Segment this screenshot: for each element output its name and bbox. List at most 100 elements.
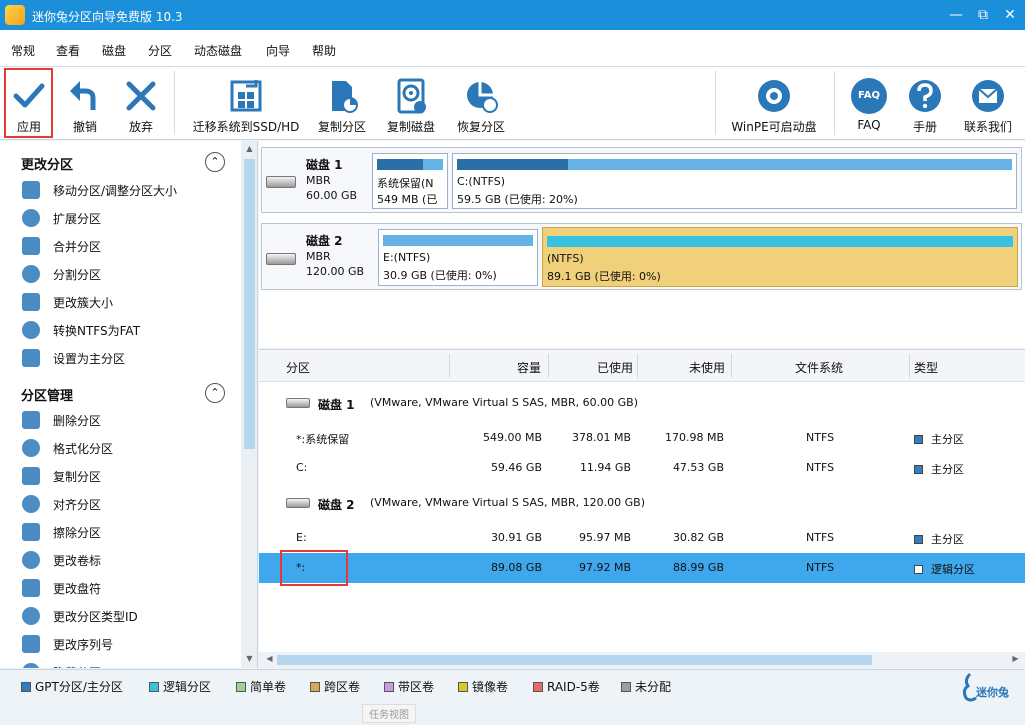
sidebar-item[interactable]: 更改簇大小 [22,290,232,314]
column-used[interactable]: 已使用 [597,359,633,376]
sidebar-item-label: 更改卷标 [53,554,102,568]
type-cell: 主分区 [914,461,964,477]
table-row[interactable]: C: 59.46 GB 11.94 GB 47.53 GB NTFS 主分区 [259,453,1025,483]
disk-1-name: 磁盘 1 [306,158,343,172]
menu-help[interactable]: 帮助 [312,42,336,59]
sidebar-scroll-thumb[interactable] [244,159,255,449]
copy-partition-button[interactable]: 复制分区 [312,67,372,140]
copy-disk-button[interactable]: 复制磁盘 [380,67,442,140]
sidebar-item[interactable]: 转换NTFS为FAT [22,318,232,342]
partition-block-system-reserved[interactable]: 系统保留(N 549 MB (已 [372,153,448,209]
sidebar-item[interactable]: 更改分区类型ID [22,604,232,628]
resize-partition-icon [22,181,40,199]
minimize-icon[interactable]: — [946,5,966,25]
sidebar-item[interactable]: 分割分区 [22,262,232,286]
sidebar-item[interactable]: 复制分区 [22,464,232,488]
sidebar-item[interactable]: 格式化分区 [22,436,232,460]
discard-button[interactable]: 放弃 [116,67,166,140]
scroll-right-arrow-icon[interactable]: ▶ [1007,654,1024,663]
menu-partition[interactable]: 分区 [148,42,172,59]
collapse-up-icon[interactable]: ⌃ [205,383,225,403]
sidebar-item[interactable]: 更改盘符 [22,576,232,600]
column-type[interactable]: 类型 [914,359,938,376]
brand-name: 迷你兔 [976,686,1009,699]
table-row[interactable]: *:系统保留 549.00 MB 378.01 MB 170.98 MB NTFS 主分区 [259,423,1025,453]
sidebar-item[interactable]: 设置为主分区 [22,346,232,370]
toolbar-separator [834,71,835,135]
legend-swatch [458,682,468,692]
disk-group-label: 磁盘 2 [318,498,355,512]
disk-2-type: MBR [306,250,331,263]
sidebar-item[interactable]: 更改序列号 [22,632,232,656]
sidebar-item[interactable]: 隐藏分区 [22,660,232,668]
sidebar-item[interactable]: 移动分区/调整分区大小 [22,178,232,202]
partition-label: E:(NTFS) [383,251,431,264]
disk-group-label: 磁盘 1 [318,398,355,412]
collapse-up-icon[interactable]: ⌃ [205,152,225,172]
undo-button[interactable]: 撤销 [60,67,110,140]
menu-general[interactable]: 常规 [11,42,35,59]
menu-wizard[interactable]: 向导 [266,42,290,59]
faq-icon: FAQ [851,78,887,114]
sidebar-item-label: 合并分区 [53,240,102,254]
partition-block-c[interactable]: C:(NTFS) 59.5 GB (已使用: 20%) [452,153,1017,209]
sidebar-scrollbar[interactable]: ▲ ▼ [241,141,257,668]
disk-1-panel[interactable]: 磁盘 1 MBR 60.00 GB 系统保留(N 549 MB (已 C:(NT… [261,147,1022,213]
scroll-down-arrow-icon[interactable]: ▼ [241,654,257,663]
legend-swatch [384,682,394,692]
undo-label: 撤销 [72,120,97,134]
menu-dynamic-disk[interactable]: 动态磁盘 [194,42,242,59]
unused-cell: 47.53 GB [672,461,724,474]
sidebar-item[interactable]: 扩展分区 [22,206,232,230]
column-capacity[interactable]: 容量 [517,359,541,376]
close-icon[interactable]: ✕ [1000,5,1020,25]
sidebar-item[interactable]: 更改卷标 [22,548,232,572]
toolbar: 应用 撤销 放弃 迁移系统到SSD/HD 复制分区 复制磁盘 恢复分区 WinP… [0,67,1025,140]
menu-disk[interactable]: 磁盘 [102,42,126,59]
unused-cell: 30.82 GB [672,531,724,544]
contact-button[interactable]: 联系我们 [958,67,1018,140]
table-row-selected[interactable]: *: 89.08 GB 97.92 MB 88.99 GB NTFS 逻辑分区 [259,553,1025,583]
menu-view[interactable]: 查看 [56,42,80,59]
horizontal-scrollbar[interactable]: ◀ ▶ [259,652,1025,668]
section-change-partition: 更改分区 [21,158,74,173]
partition-cell: C: [296,461,308,474]
column-filesystem[interactable]: 文件系统 [795,359,843,376]
maximize-icon[interactable]: ⧉ [973,5,993,25]
legend-label: 带区卷 [398,680,435,694]
format-partition-icon [22,439,40,457]
table-row[interactable]: E: 30.91 GB 95.97 MB 30.82 GB NTFS 主分区 [259,523,1025,553]
sidebar-item[interactable]: 擦除分区 [22,520,232,544]
disk-2-name: 磁盘 2 [306,234,343,248]
partition-label: (NTFS) [547,252,584,265]
recover-partition-button[interactable]: 恢复分区 [450,67,512,140]
sidebar-item[interactable]: 对齐分区 [22,492,232,516]
faq-button[interactable]: FAQ FAQ [846,67,892,140]
sidebar-item[interactable]: 删除分区 [22,408,232,432]
filesystem-cell: NTFS [806,431,835,444]
disk-2-panel[interactable]: 磁盘 2 MBR 120.00 GB E:(NTFS) 30.9 GB (已使用… [261,223,1022,290]
legend-swatch [621,682,631,692]
partition-usage: 89.1 GB (已使用: 0%) [547,270,661,283]
disk-group-row[interactable]: 磁盘 1 (VMware, VMware Virtual S SAS, MBR,… [259,388,1025,418]
filesystem-cell: NTFS [806,561,835,574]
partition-block-e[interactable]: E:(NTFS) 30.9 GB (已使用: 0%) [378,229,538,286]
column-unused[interactable]: 未使用 [689,359,725,376]
sidebar-item-label: 转换NTFS为FAT [53,324,141,338]
winpe-bootable-button[interactable]: WinPE可启动盘 [726,67,822,140]
scroll-left-arrow-icon[interactable]: ◀ [261,654,278,663]
menu-bar: 常规 查看 磁盘 分区 动态磁盘 向导 帮助 [0,30,1025,67]
align-partition-icon [22,495,40,513]
migrate-os-button[interactable]: 迁移系统到SSD/HD [190,67,302,140]
sidebar-item[interactable]: 合并分区 [22,234,232,258]
wipe-partition-icon [22,523,40,541]
scroll-up-arrow-icon[interactable]: ▲ [241,144,257,153]
hard-disk-icon [286,398,310,408]
horizontal-scroll-thumb[interactable] [277,655,872,665]
used-cell: 11.94 GB [579,461,631,474]
column-partition[interactable]: 分区 [286,359,310,376]
manual-button[interactable]: 手册 [902,67,948,140]
disk-group-row[interactable]: 磁盘 2 (VMware, VMware Virtual S SAS, MBR,… [259,488,1025,518]
legend-bar: GPT分区/主分区 逻辑分区 简单卷 跨区卷 带区卷 镜像卷 RAID-5卷 未分配 迷你兔 … [0,669,1025,725]
partition-block-logical-selected[interactable]: (NTFS) 89.1 GB (已使用: 0%) [542,227,1018,287]
